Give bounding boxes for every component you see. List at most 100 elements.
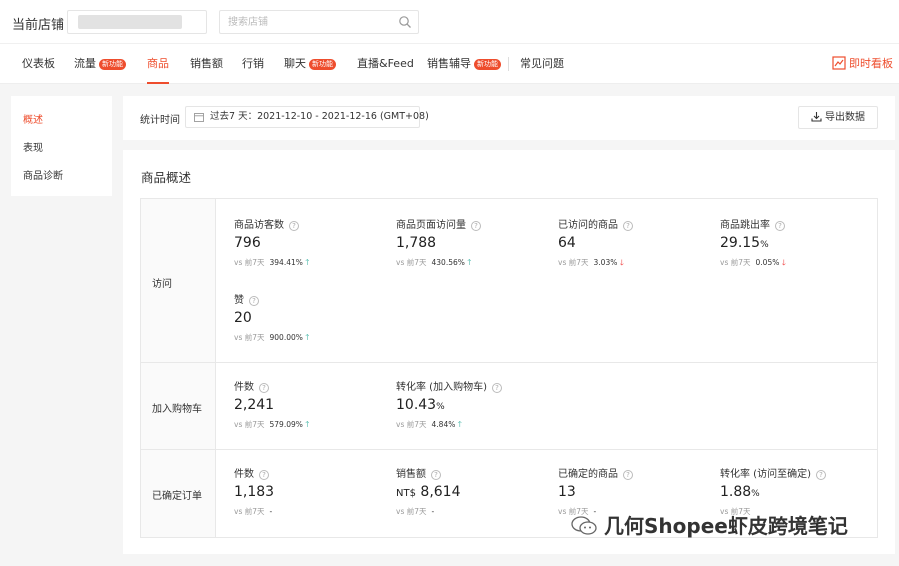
metric-name: 赞 [234, 295, 244, 306]
new-feature-badge: 新功能 [474, 59, 501, 70]
shop-search-input[interactable] [220, 11, 390, 33]
arrow-down-icon: 🡓 [781, 258, 786, 267]
metric-value: 1,788 [396, 235, 437, 251]
filter-bar: 统计时间 过去7 天：2021-12-10 - 2021-12-16 (GMT+… [123, 96, 895, 140]
nav-item-sales[interactable]: 销售额 [190, 44, 223, 84]
metric-page-views: 商品页面访问量? 1,788 vs 前7天 430.56% 🡑 [396, 216, 546, 271]
arrow-down-icon: 🡓 [619, 258, 624, 267]
compare-label: vs 前7天 [396, 507, 427, 516]
metric-name: 商品页面访问量 [396, 220, 466, 231]
shop-search-box[interactable] [219, 10, 419, 34]
metric-value: 1,183 [234, 484, 275, 500]
metric-change: 3.03% [593, 258, 618, 267]
nav-item-faq[interactable]: 常见问题 [520, 44, 564, 84]
help-icon[interactable]: ? [775, 221, 785, 231]
current-shop-label: 当前店铺 [12, 18, 65, 33]
arrow-up-icon: 🡑 [305, 258, 310, 267]
nav-item-label: 行销 [242, 57, 264, 70]
metric-change: - [431, 507, 435, 516]
compare-label: vs 前7天 [720, 258, 751, 267]
compare-label: vs 前7天 [396, 258, 427, 267]
metric-cart-units: 件数? 2,241 vs 前7天 579.09% 🡑 [234, 378, 384, 433]
metric-bounce-rate: 商品跳出率? 29.15% vs 前7天 0.05% 🡓 [720, 216, 870, 271]
realtime-dashboard-link[interactable]: 即时看板 [832, 44, 893, 84]
help-icon[interactable]: ? [259, 383, 269, 393]
section-label-add-to-cart: 加入购物车 [141, 363, 216, 449]
main-nav: 仪表板 流量 新功能 商品 销售额 行销 聊天 新功能 直播&Feed 销售辅导 新功… [0, 44, 899, 84]
help-icon[interactable]: ? [623, 221, 633, 231]
metric-value: 10.43% [396, 397, 445, 413]
metric-change: 900.00% [269, 333, 303, 342]
arrow-up-icon: 🡑 [457, 420, 462, 429]
help-icon[interactable]: ? [431, 470, 441, 480]
nav-item-live-feed[interactable]: 直播&Feed [357, 44, 414, 84]
compare-label: vs 前7天 [558, 258, 589, 267]
nav-item-label: 流量 [74, 57, 96, 70]
nav-divider [508, 57, 509, 71]
trend-chart-icon [832, 56, 846, 70]
metric-name: 转化率 (访问至确定) [720, 469, 811, 480]
date-range-text: 过去7 天：2021-12-10 - 2021-12-16 (GMT+08) [210, 111, 429, 122]
export-data-button[interactable]: 导出数据 [798, 106, 878, 129]
metric-value: 29.15% [720, 235, 769, 251]
sidebar: 概述 表现 商品诊断 [11, 96, 112, 196]
compare-label: vs 前7天 [234, 420, 265, 429]
compare-label: vs 前7天 [396, 420, 427, 429]
nav-item-marketing[interactable]: 行销 [242, 44, 264, 84]
metric-name: 已确定的商品 [558, 469, 618, 480]
metric-change: - [269, 507, 273, 516]
metric-name: 转化率 (加入购物车) [396, 382, 487, 393]
section-label-visits: 访问 [141, 199, 216, 362]
metric-name: 已访问的商品 [558, 220, 618, 231]
product-overview-card: 商品概述 访问 加入购物车 已确定订单 商品访客数? 796 vs 前7天 394… [123, 150, 895, 554]
help-icon[interactable]: ? [623, 470, 633, 480]
nav-item-sales-coaching[interactable]: 销售辅导 新功能 [427, 44, 501, 84]
metric-value: 1.88% [720, 484, 760, 500]
row-divider [141, 449, 877, 450]
metric-value: 2,241 [234, 397, 275, 413]
sidebar-item-performance[interactable]: 表现 [23, 139, 43, 154]
help-icon[interactable]: ? [815, 470, 826, 480]
stat-time-label: 统计时间 [140, 115, 180, 126]
compare-label: vs 前7天 [234, 258, 265, 267]
help-icon[interactable]: ? [491, 383, 502, 393]
nav-item-dashboard[interactable]: 仪表板 [22, 44, 55, 84]
nav-item-traffic[interactable]: 流量 新功能 [74, 44, 126, 84]
nav-item-products[interactable]: 商品 [147, 44, 169, 84]
metric-name: 商品跳出率 [720, 220, 770, 231]
metric-name: 件数 [234, 469, 254, 480]
shop-name-blurred [78, 15, 182, 29]
metric-change: 579.09% [269, 420, 303, 429]
export-data-label: 导出数据 [825, 112, 865, 123]
metric-value: 64 [558, 235, 576, 251]
shop-selector[interactable] [67, 10, 207, 34]
date-range-picker[interactable]: 过去7 天：2021-12-10 - 2021-12-16 (GMT+08) [185, 106, 429, 128]
help-icon[interactable]: ? [289, 221, 299, 231]
help-icon[interactable]: ? [249, 296, 259, 306]
nav-item-label: 商品 [147, 57, 169, 70]
metric-value: 20 [234, 310, 252, 326]
wechat-watermark: 几何Shopee虾皮跨境笔记 [570, 510, 848, 539]
nav-item-label: 直播&Feed [357, 57, 414, 70]
arrow-up-icon: 🡑 [305, 420, 310, 429]
metric-likes: 赞? 20 vs 前7天 900.00% 🡑 [234, 291, 384, 346]
nav-item-label: 仪表板 [22, 57, 55, 70]
metric-change: 430.56% [431, 258, 465, 267]
search-icon[interactable] [398, 15, 412, 29]
nav-item-chat[interactable]: 聊天 新功能 [284, 44, 336, 84]
compare-label: vs 前7天 [234, 333, 265, 342]
row-divider [141, 362, 877, 363]
new-feature-badge: 新功能 [99, 59, 126, 70]
metric-value: 796 [234, 235, 261, 251]
top-bar: 当前店铺 [0, 0, 899, 44]
metric-change: 394.41% [269, 258, 303, 267]
nav-item-label: 常见问题 [520, 57, 564, 70]
sidebar-item-diagnosis[interactable]: 商品诊断 [23, 167, 63, 182]
arrow-up-icon: 🡑 [305, 333, 310, 342]
help-icon[interactable]: ? [471, 221, 481, 231]
metric-product-visitors: 商品访客数? 796 vs 前7天 394.41% 🡑 [234, 216, 384, 271]
help-icon[interactable]: ? [259, 470, 269, 480]
sidebar-item-overview[interactable]: 概述 [23, 111, 43, 126]
arrow-up-icon: 🡑 [467, 258, 472, 267]
metric-name: 销售额 [396, 469, 426, 480]
